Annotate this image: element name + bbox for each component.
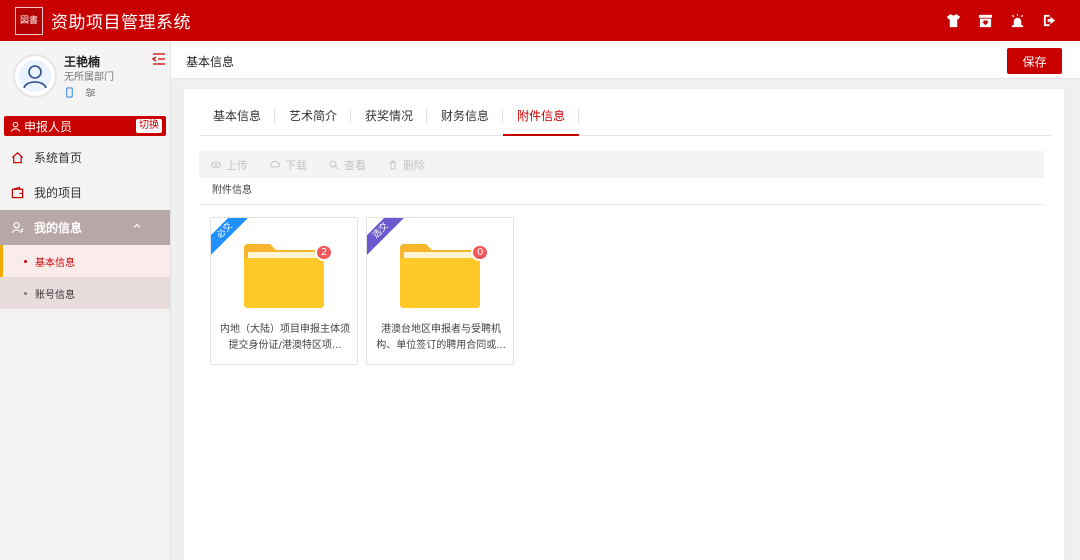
- sidebar-subitem-basic-info[interactable]: 基本信息: [0, 245, 170, 277]
- download-icon: [270, 160, 280, 167]
- app-logo: 図書: [15, 6, 43, 35]
- upload-label: 上传: [226, 158, 248, 172]
- bullet-icon: [24, 291, 27, 295]
- home-icon: [11, 152, 24, 164]
- save-button[interactable]: 保存: [1007, 48, 1062, 74]
- attachment-caption: 内地（大陆）项目申报主体须提交身份证/港澳特区项...: [220, 324, 350, 351]
- tab-basic-info[interactable]: 基本信息: [199, 103, 276, 129]
- shirt-icon[interactable]: [944, 11, 962, 29]
- switch-role-button[interactable]: 切换: [136, 119, 162, 133]
- download-label: 下载: [285, 158, 307, 172]
- top-icons: [944, 11, 1058, 29]
- tab-awards[interactable]: 获奖情况: [351, 103, 428, 129]
- alarm-icon[interactable]: [1008, 11, 1026, 29]
- sidebar-item-projects[interactable]: 我的项目: [0, 175, 170, 210]
- breadcrumb: 基本信息: [186, 55, 235, 69]
- content-panel: 基本信息 艺术简介 获奖情况 财务信息 附件信息 上传 下载 查看 删除 附件信…: [183, 88, 1065, 560]
- folder-icon: [400, 244, 480, 308]
- sidebar-item-my-info[interactable]: 我的信息: [0, 210, 170, 245]
- attachment-toolbar: 上传 下载 查看 删除: [199, 151, 1044, 178]
- sidebar-item-home[interactable]: 系统首页: [0, 140, 170, 175]
- user-department: 无所属部门: [64, 72, 114, 83]
- role-bar: 申报人员 切换: [4, 116, 166, 136]
- app-title: 资助项目管理系统: [51, 13, 191, 33]
- avatar[interactable]: [13, 54, 57, 98]
- settings-sliders-icon[interactable]: [85, 87, 96, 98]
- top-bar: 図書 资助项目管理系统: [0, 0, 1080, 41]
- delete-button[interactable]: 删除: [388, 157, 425, 173]
- section-title: 附件信息: [199, 179, 1044, 205]
- file-count-badge: 0: [471, 244, 490, 261]
- role-label: 申报人员: [24, 119, 73, 134]
- wallet-icon: [11, 186, 24, 199]
- download-button[interactable]: 下载: [270, 157, 307, 173]
- tab-attachments[interactable]: 附件信息: [503, 103, 580, 136]
- eye-icon: [211, 161, 221, 168]
- bullet-icon: [24, 259, 27, 263]
- sidebar-subitem-label: 账号信息: [35, 289, 75, 301]
- search-icon: [329, 160, 339, 169]
- sidebar-menu: 系统首页 我的项目 我的信息 基本信息 账号信息: [0, 140, 170, 309]
- chevron-up-icon: [133, 223, 141, 228]
- sidebar: 王艳楠 无所属部门 申报人员 切换 系统首页 我的项目 我的信息 基本信息 账号…: [0, 41, 171, 560]
- archive-icon[interactable]: [976, 11, 994, 29]
- tab-finance[interactable]: 财务信息: [427, 103, 504, 129]
- attachment-caption: 港澳台地区申报者与受聘机构、单位签订的聘用合同或...: [376, 324, 506, 351]
- upload-button[interactable]: 上传: [211, 157, 248, 173]
- delete-label: 删除: [403, 158, 425, 172]
- phone-icon[interactable]: [64, 87, 75, 98]
- attachment-card[interactable]: 选交 0 港澳台地区申报者与受聘机构、单位签订的聘用合同或...: [366, 217, 514, 365]
- logout-icon[interactable]: [1040, 11, 1058, 29]
- sidebar-subitem-account-info[interactable]: 账号信息: [0, 277, 170, 309]
- attachment-card[interactable]: 必交 2 内地（大陆）项目申报主体须提交身份证/港澳特区项...: [210, 217, 358, 365]
- tab-art-intro[interactable]: 艺术简介: [275, 103, 352, 129]
- sidebar-item-label: 系统首页: [34, 151, 83, 165]
- user-icon: [10, 121, 21, 132]
- view-button[interactable]: 查看: [329, 157, 366, 173]
- user-icons: [64, 87, 96, 98]
- menu-collapse-icon[interactable]: [152, 52, 166, 66]
- file-count-badge: 2: [315, 244, 334, 261]
- page-header: 基本信息 保存: [171, 41, 1080, 79]
- sidebar-item-label: 我的信息: [34, 221, 83, 235]
- user-outline-icon: [11, 221, 24, 234]
- tab-bar: 基本信息 艺术简介 获奖情况 财务信息 附件信息: [199, 103, 1051, 136]
- sidebar-item-label: 我的项目: [34, 186, 83, 200]
- folder-icon: [244, 244, 324, 308]
- trash-icon: [390, 160, 396, 169]
- sidebar-subitem-label: 基本信息: [35, 257, 75, 269]
- user-profile: 王艳楠 无所属部门: [0, 41, 170, 113]
- view-label: 查看: [344, 158, 366, 172]
